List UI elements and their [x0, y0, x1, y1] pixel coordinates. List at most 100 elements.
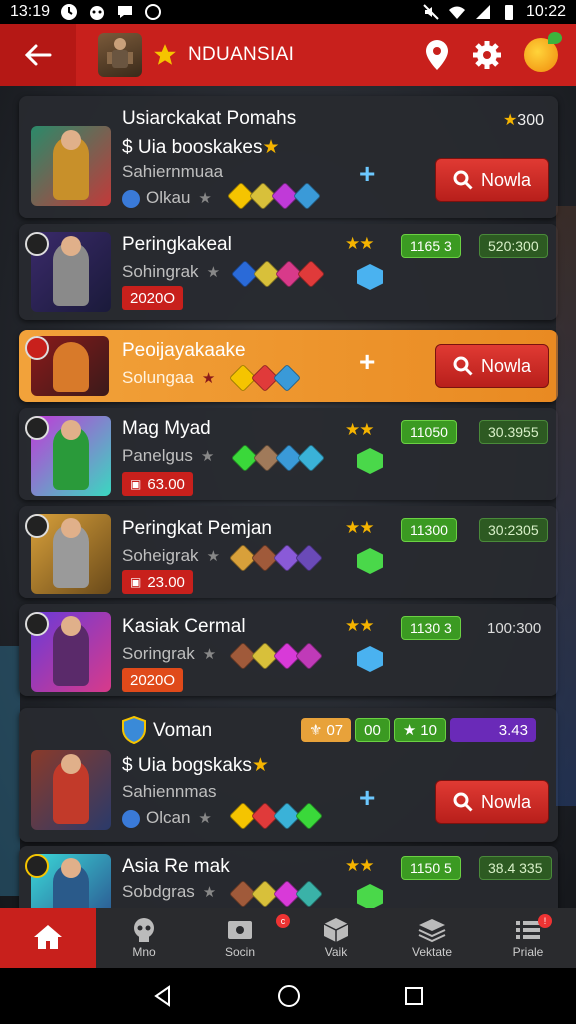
page-title: NDUANSIAI	[188, 44, 295, 65]
back-button[interactable]	[0, 24, 76, 86]
gem-icon	[296, 443, 326, 473]
green-gem-icon	[357, 884, 383, 908]
nav-socin[interactable]: Socin c	[192, 908, 290, 968]
rank-badge-icon	[25, 514, 49, 538]
list-item[interactable]: Kasiak Cermal Soringrak ★ 2020O ★★ 1130 3…	[19, 604, 558, 696]
gem-row	[228, 801, 324, 831]
gem-row	[226, 181, 322, 211]
list-item[interactable]: Peringkat Pemjan Soheigrak ★ ▣ 23.00 ★★ 11…	[19, 506, 558, 598]
rating-stars: ★★	[345, 518, 375, 537]
rank-badge-icon	[25, 336, 49, 360]
status-time-right: 10:22	[525, 3, 566, 20]
item-title: Peringkakeal	[122, 234, 232, 255]
search-icon	[453, 356, 473, 376]
item-subtitle: Solungaa ★	[122, 368, 216, 387]
back-triangle-icon[interactable]	[151, 984, 175, 1008]
nav-mno[interactable]: Mno	[96, 908, 192, 968]
gem-row	[228, 879, 324, 908]
nav-priale[interactable]: Priale !	[480, 908, 576, 968]
add-icon[interactable]: +	[359, 782, 375, 814]
home-icon	[34, 925, 62, 949]
battery-icon	[504, 5, 513, 20]
tag-purple: 3.43	[449, 718, 536, 742]
tag-star: ★ 10	[393, 718, 446, 742]
stat-pill-secondary: 38.4 335	[479, 856, 552, 880]
item-subtitle: Soheigrak ★	[122, 546, 221, 565]
gem-row	[230, 443, 326, 473]
status-bar: 13:19 10:22	[0, 0, 576, 24]
search-icon	[453, 170, 473, 190]
warrior-icon	[107, 38, 133, 68]
blue-gem-icon	[357, 646, 383, 672]
rank-badge-icon	[25, 854, 49, 878]
shield-icon	[122, 716, 146, 744]
chat-icon	[118, 6, 133, 18]
wifi-icon	[448, 6, 465, 19]
item-title: Mag Myad	[122, 418, 211, 439]
list-item[interactable]: Voman ⚜ 07 00 ★ 10 3.43 $ Uia bogskaks★ Sa…	[19, 708, 558, 842]
search-icon	[453, 792, 473, 812]
nowla-button[interactable]: Nowla	[435, 780, 549, 824]
list-item[interactable]: Peringkakeal Sohingrak ★ 2020O ★★ 1165 3 …	[19, 224, 558, 320]
item-title: Peringkat Pemjan	[122, 518, 272, 539]
stat-pill-secondary: 520:300	[479, 234, 548, 258]
gear-icon[interactable]	[472, 40, 502, 70]
gem-icon	[294, 543, 324, 573]
tag-gold: ⚜ 07	[301, 718, 352, 742]
system-nav-bar	[0, 968, 576, 1024]
content-list: Usiarckakat Pomahs $ Uia booskakes★ Sahi…	[0, 86, 576, 908]
nowla-button[interactable]: Nowla	[435, 158, 549, 202]
add-icon[interactable]: +	[359, 158, 375, 190]
gem-row	[230, 259, 326, 289]
app-avatar	[98, 33, 142, 77]
skull-icon	[134, 918, 154, 942]
stat-pill: 11300	[401, 518, 457, 542]
gem-row	[228, 543, 324, 573]
star-icon	[154, 44, 176, 65]
home-circle-icon[interactable]	[276, 983, 302, 1009]
value-pill: ▣ 23.00	[122, 570, 193, 594]
gem-icon	[292, 181, 322, 211]
blue-gem-icon	[357, 264, 383, 290]
item-title: Asia Re mak	[122, 856, 230, 877]
nav-vektate[interactable]: Vektate	[384, 908, 480, 968]
gem-row	[228, 641, 324, 671]
nowla-button[interactable]: Nowla	[435, 344, 549, 388]
stat-pill: 1165 3	[401, 234, 461, 258]
gem-icon	[294, 879, 324, 908]
list-item[interactable]: Usiarckakat Pomahs $ Uia booskakes★ Sahi…	[19, 96, 558, 218]
nav-vaik[interactable]: Vaik	[288, 908, 384, 968]
price-badge: ★300	[502, 112, 544, 129]
location-pin-icon[interactable]	[424, 39, 450, 71]
list-item-highlighted[interactable]: Peoijayakaake Solungaa ★ + Nowla	[19, 330, 558, 402]
status-time-left: 13:19	[10, 3, 51, 20]
rating-stars: ★★	[345, 234, 375, 253]
stat-pill: 1150 5	[401, 856, 461, 880]
list-item[interactable]: Asia Re mak Sobdgras ★ ★★ 1150 5 38.4 335	[19, 846, 558, 908]
rank-badge-icon	[25, 612, 49, 636]
nav-home[interactable]	[0, 908, 96, 968]
stat-pill-secondary: 30.3955	[479, 420, 548, 444]
add-icon[interactable]: +	[359, 346, 375, 378]
rating-stars: ★★	[345, 856, 375, 875]
mute-icon	[423, 4, 439, 20]
item-subtitle: Sobdgras ★	[122, 882, 217, 901]
green-gem-icon	[357, 448, 383, 474]
stat-pill: 11050	[401, 420, 457, 444]
item-price: $ Uia booskakes★	[122, 137, 280, 158]
value-pill: 2020O	[122, 668, 184, 692]
gem-icon	[294, 641, 324, 671]
hero-thumbnail	[31, 750, 111, 830]
fruit-icon[interactable]	[524, 32, 562, 72]
item-subtitle: Sohingrak ★	[122, 262, 221, 281]
item-subtitle-2: Olkau ★	[122, 188, 212, 208]
item-subtitle-2: Olcan ★	[122, 808, 212, 828]
back-arrow-icon	[24, 44, 52, 66]
rating-stars: ★★	[345, 420, 375, 439]
list-item[interactable]: Mag Myad Panelgus ★ ▣ 63.00 ★★ 11050 30.39…	[19, 408, 558, 500]
layers-icon	[418, 919, 446, 943]
stat-pill-secondary: 30:2305	[479, 518, 548, 542]
item-subtitle: Soringrak ★	[122, 644, 217, 663]
recents-square-icon[interactable]	[403, 985, 425, 1007]
item-title: Peoijayakaake	[122, 340, 246, 361]
